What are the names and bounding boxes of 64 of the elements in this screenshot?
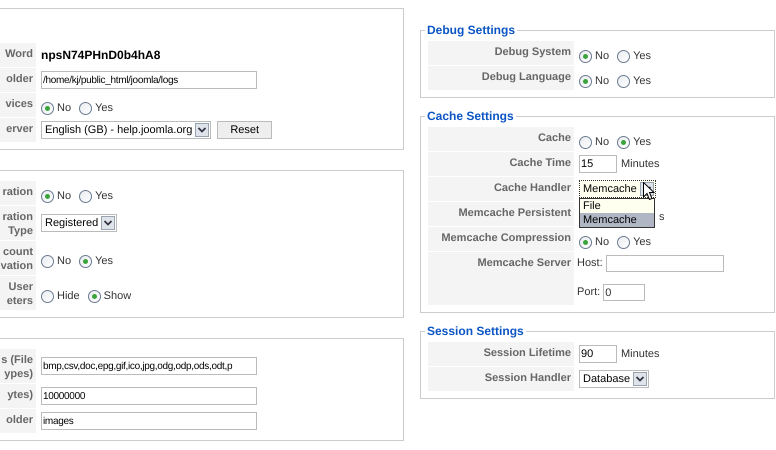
unit-label: Minutes xyxy=(621,156,660,172)
host-label: Host: xyxy=(577,256,603,272)
field-label: Cache Handler xyxy=(494,181,571,196)
field-label: vices xyxy=(5,97,33,112)
host-field[interactable] xyxy=(606,255,724,272)
dropdown[interactable]: Database xyxy=(579,370,650,388)
field-label: User eters xyxy=(6,280,33,308)
field-label: Word xyxy=(5,47,33,62)
radio-option[interactable]: Yes xyxy=(79,246,114,270)
partial-text: s xyxy=(659,210,664,223)
dropdown[interactable]: Memcache xyxy=(579,180,656,198)
dropdown-option[interactable]: Memcache xyxy=(580,213,654,227)
radio-option[interactable]: Yes xyxy=(617,228,652,250)
field-label: Session Handler xyxy=(484,371,571,386)
password-text: npsN74PHnD0b4hA8 xyxy=(41,47,160,64)
port-label: Port: xyxy=(577,285,600,300)
radio-option[interactable]: Yes xyxy=(617,66,652,90)
unit-label: Minutes xyxy=(621,346,660,362)
text-field[interactable]: bmp,csv,doc,epg,gif,ico,jpg,odg,odp,ods,odt,p xyxy=(41,357,257,375)
text-field[interactable]: /home/kj/public_html/joomla/logs xyxy=(41,71,257,89)
dropdown-caret-icon[interactable] xyxy=(101,216,116,230)
radio-option[interactable]: No xyxy=(579,228,610,250)
field-label: ration Type xyxy=(1,210,33,238)
field-label: Debug Language xyxy=(482,70,571,85)
dropdown[interactable]: English (GB) - help.joomla.org xyxy=(41,121,212,139)
section-title: Cache Settings xyxy=(425,109,516,123)
field-label: erver xyxy=(6,122,33,137)
dropdown[interactable]: Registered xyxy=(41,214,118,232)
field-label: count vation xyxy=(0,245,33,273)
radio-option[interactable]: Yes xyxy=(79,94,114,116)
radio-option[interactable]: No xyxy=(41,182,72,204)
field-label: Memcache Persistent xyxy=(458,206,571,221)
section-title: Session Settings xyxy=(425,324,526,338)
text-field[interactable]: 10000000 xyxy=(41,387,257,405)
field-label: older xyxy=(6,72,33,87)
field-label: Cache xyxy=(538,131,571,146)
radio-option[interactable]: Show xyxy=(88,282,132,304)
radio-option[interactable]: No xyxy=(579,128,610,150)
text-field[interactable]: 90 xyxy=(579,345,617,363)
section-title: Debug Settings xyxy=(425,23,518,37)
field-label: Memcache Server xyxy=(477,256,571,271)
field-label: ration xyxy=(2,185,33,200)
radio-option[interactable]: Hide xyxy=(41,282,80,304)
dropdown-option[interactable]: File xyxy=(580,199,654,213)
radio-option[interactable]: Yes xyxy=(617,128,652,150)
radio-option[interactable]: No xyxy=(579,42,610,64)
text-field[interactable]: images xyxy=(41,412,257,430)
dropdown-caret-icon[interactable] xyxy=(195,123,210,137)
port-field[interactable]: 0 xyxy=(603,284,646,301)
field-label: Memcache Compression xyxy=(441,231,571,246)
radio-option[interactable]: Yes xyxy=(79,182,114,204)
field-label: older xyxy=(6,413,33,428)
radio-option[interactable]: No xyxy=(579,66,610,90)
radio-option[interactable]: Yes xyxy=(617,42,652,64)
field-label: Debug System xyxy=(494,45,571,60)
reset-button[interactable]: Reset xyxy=(217,121,272,139)
field-label: ytes) xyxy=(7,388,33,403)
radio-option[interactable]: No xyxy=(41,94,72,116)
field-label: Session Lifetime xyxy=(484,346,571,361)
radio-option[interactable]: No xyxy=(41,246,72,270)
text-field[interactable]: 15 xyxy=(579,155,617,173)
dropdown-caret-icon[interactable] xyxy=(633,372,648,386)
field-label: Cache Time xyxy=(509,156,571,171)
field-label: s (File ypes) xyxy=(0,353,33,381)
